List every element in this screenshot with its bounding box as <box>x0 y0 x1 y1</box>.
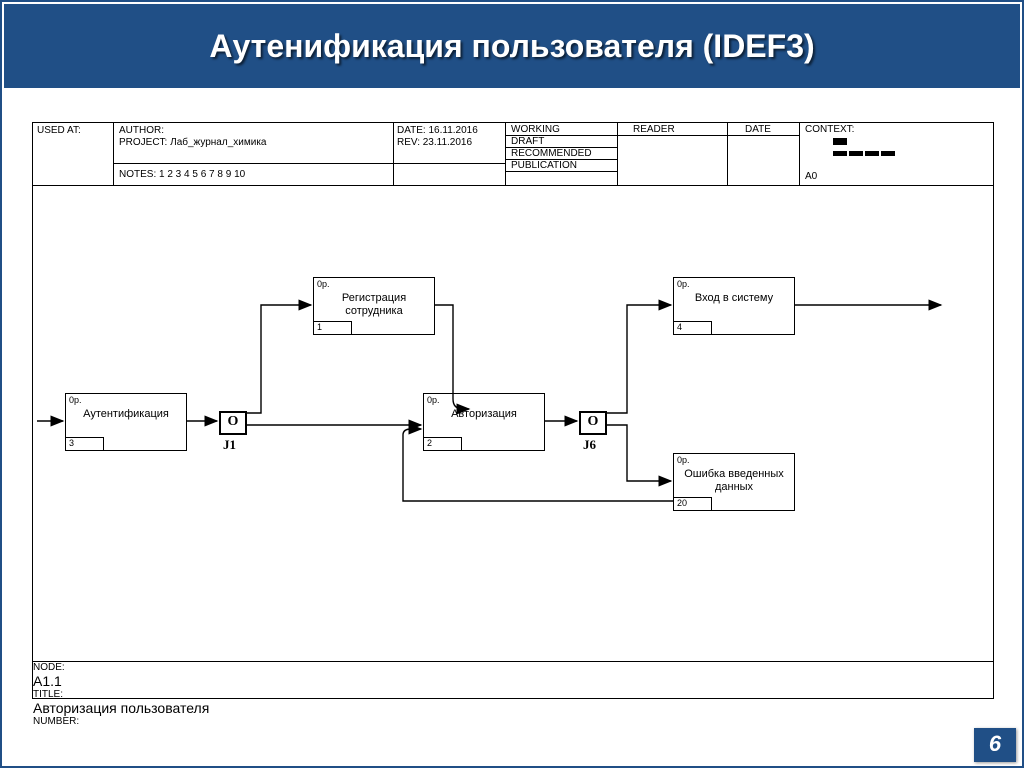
project-row: PROJECT: Лаб_журнал_химика <box>119 137 266 148</box>
status-draft: DRAFT <box>511 136 544 147</box>
status-publication: PUBLICATION <box>511 160 577 171</box>
date-row: DATE: 16.11.2016 <box>397 125 478 136</box>
uob-login: 0р. Вход в систему 4 <box>673 277 795 335</box>
uob-register: 0р. Регистрация сотрудника 1 <box>313 277 435 335</box>
rev-label: REV: <box>397 137 420 148</box>
junction-j1: O <box>219 411 247 435</box>
node-value: A1.1 <box>33 673 993 689</box>
idef-footer: NODE: A1.1 TITLE: Авторизация пользовате… <box>32 661 994 699</box>
page-number-badge: 6 <box>974 728 1016 762</box>
date-col-label: DATE <box>745 124 771 135</box>
context-id: A0 <box>805 171 817 182</box>
project-value: Лаб_журнал_химика <box>170 137 266 148</box>
status-working: WORKING <box>511 124 560 135</box>
title-bar: Аутенификация пользователя (IDEF3) <box>4 4 1020 88</box>
notes-label: NOTES: 1 2 3 4 5 6 7 8 9 10 <box>119 169 245 180</box>
rev-value: 23.11.2016 <box>423 137 472 148</box>
slide-frame: Аутенификация пользователя (IDEF3) USED … <box>0 0 1024 768</box>
reader-label: READER <box>633 124 675 135</box>
junction-j6: O <box>579 411 607 435</box>
junction-j1-label: J1 <box>223 437 236 453</box>
project-label: PROJECT: <box>119 137 167 148</box>
slide-title: Аутенификация пользователя (IDEF3) <box>209 28 814 65</box>
diagram-canvas: USED AT: AUTHOR: PROJECT: Лаб_журнал_хим… <box>32 122 994 699</box>
date-label: DATE: <box>397 125 426 136</box>
uob-error: 0р. Ошибка введенных данных 20 <box>673 453 795 511</box>
status-recommended: RECOMMENDED <box>511 148 592 159</box>
idef-header: USED AT: AUTHOR: PROJECT: Лаб_журнал_хим… <box>32 122 994 186</box>
context-label: CONTEXT: <box>805 124 854 135</box>
uob-auth: 0р. Аутентификация 3 <box>65 393 187 451</box>
used-at-label: USED AT: <box>37 125 81 136</box>
uob-authorize: 0р. Авторизация 2 <box>423 393 545 451</box>
context-glyph-icon <box>833 137 897 159</box>
title-label: TITLE: <box>33 689 993 700</box>
number-label: NUMBER: <box>33 716 993 727</box>
date-value: 16.11.2016 <box>429 125 478 136</box>
title-value: Авторизация пользователя <box>33 700 993 716</box>
author-label: AUTHOR: <box>119 125 164 136</box>
junction-j6-label: J6 <box>583 437 596 453</box>
rev-row: REV: 23.11.2016 <box>397 137 472 148</box>
node-label: NODE: <box>33 662 993 673</box>
